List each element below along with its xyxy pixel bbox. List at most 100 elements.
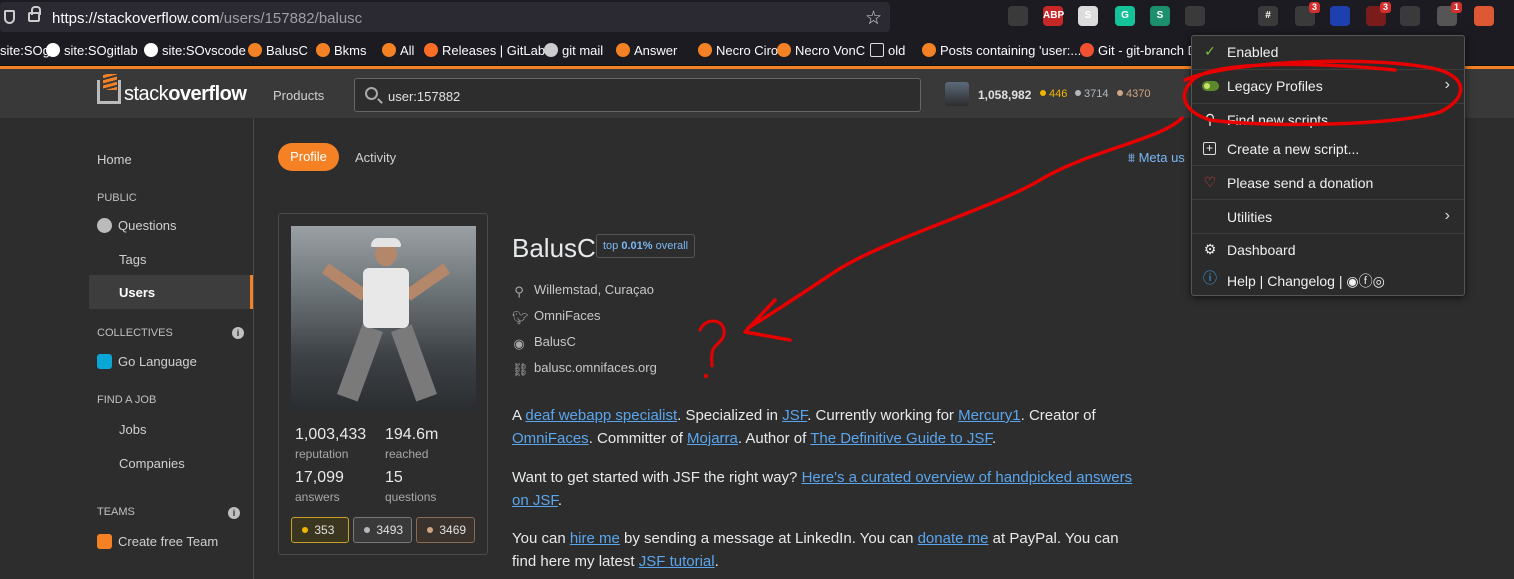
sidebar-item-jobs[interactable]: Jobs xyxy=(119,422,146,437)
bell-icon[interactable] xyxy=(1185,6,1205,26)
globe-icon xyxy=(544,43,558,57)
so-icon xyxy=(382,43,396,57)
bronze-badge-count[interactable]: 3469 xyxy=(416,517,475,543)
github-link[interactable]: ◉ BalusC xyxy=(512,334,576,351)
website-link[interactable]: ⛓ balusc.omnifaces.org xyxy=(512,360,657,377)
about-link[interactable]: hire me xyxy=(570,530,620,547)
meta-user-link[interactable]: ⩩ Meta us xyxy=(1128,150,1185,166)
drop-icon[interactable]: 3 xyxy=(1295,2,1320,26)
menu-help-changelog[interactable]: ⓘ Help | Changelog | ◉ⓕ◎ xyxy=(1192,263,1464,295)
bookmark-item[interactable]: Necro VonC xyxy=(777,43,865,58)
about-text: You can xyxy=(512,530,570,547)
adblock-icon[interactable]: ABP xyxy=(1043,6,1064,26)
bookmark-item[interactable]: Answer xyxy=(616,43,677,58)
hash-icon[interactable]: # xyxy=(1258,6,1278,26)
info-icon[interactable]: i xyxy=(228,507,240,519)
top-percent-badge[interactable]: top 0.01% overall xyxy=(596,234,696,258)
about-link[interactable]: OmniFaces xyxy=(512,430,589,447)
annotation-arrow-line xyxy=(746,116,1184,330)
menu-utilities[interactable]: Utilities › xyxy=(1192,201,1464,233)
bookmark-item[interactable]: Releases | GitLab xyxy=(424,43,545,58)
google-icon xyxy=(144,43,158,57)
sidebar-item-go-language[interactable]: Go Language xyxy=(97,354,197,369)
sidebar-item-tags[interactable]: Tags xyxy=(119,252,146,267)
create-team-link[interactable]: Create free Team xyxy=(97,534,218,549)
so-icon xyxy=(922,43,936,57)
facebook-icon[interactable]: ⓕ xyxy=(1359,273,1373,289)
sidebar-item-users[interactable]: Users xyxy=(89,275,253,309)
twitter-link[interactable]: 🐦︎ OmniFaces xyxy=(512,308,600,325)
s-icon[interactable]: S xyxy=(1078,6,1098,26)
bookmark-item[interactable]: site:SOgitlab xyxy=(46,43,138,58)
bookmark-item[interactable]: git mail xyxy=(544,43,603,58)
left-sidebar: Home PUBLIC Questions Tags Users COLLECT… xyxy=(0,118,254,579)
so-icon xyxy=(248,43,262,57)
instagram-icon[interactable]: ◎ xyxy=(1373,273,1385,289)
tracking-shield-icon[interactable] xyxy=(4,10,15,24)
about-link[interactable]: JSF xyxy=(782,407,807,424)
bookmark-item[interactable]: site:SOvscode xyxy=(144,43,246,58)
tab-profile[interactable]: Profile xyxy=(278,143,339,171)
gear-icon: ⚙ xyxy=(1203,241,1217,257)
bookmark-item[interactable]: Necro Ciro xyxy=(698,43,778,58)
header-gold-badges: 446 xyxy=(1040,88,1067,100)
profile-photo[interactable] xyxy=(291,226,476,411)
stackoverflow-logo[interactable]: stackoverflow xyxy=(97,74,247,106)
header-reputation[interactable]: 1,058,982 xyxy=(978,88,1031,102)
bookmark-item[interactable]: old xyxy=(870,43,905,58)
silver-badge-count[interactable]: 3493 xyxy=(353,517,412,543)
about-link[interactable]: Mercury1 xyxy=(958,407,1021,424)
extension-badge: 1 xyxy=(1450,2,1462,13)
menu-dashboard[interactable]: ⚙ Dashboard xyxy=(1192,234,1464,266)
products-menu[interactable]: Products xyxy=(273,88,324,103)
menu-legacy-profiles[interactable]: Legacy Profiles › xyxy=(1192,70,1464,102)
about-text: . Creator of xyxy=(1020,407,1096,424)
duck-icon[interactable] xyxy=(1474,6,1494,26)
stat-questions-label: questions xyxy=(385,490,437,504)
stack-exchange-icon: ⩩ xyxy=(1128,150,1139,165)
menu-create-script[interactable]: + Create a new script... xyxy=(1192,133,1464,165)
menu-find-scripts[interactable]: ⚲ Find new scripts... xyxy=(1192,104,1464,136)
tab-activity[interactable]: Activity xyxy=(355,150,396,165)
bookmark-item[interactable]: Bkms xyxy=(316,43,367,58)
shield-icon[interactable] xyxy=(1330,6,1350,26)
location-pin-icon: ⚲ xyxy=(514,284,524,299)
about-link[interactable]: The Definitive Guide to JSF xyxy=(810,430,992,447)
s2-icon[interactable]: S xyxy=(1150,6,1170,26)
tampermonkey-icon[interactable]: 1 xyxy=(1437,2,1462,26)
gitlab-icon xyxy=(424,43,438,57)
bookmark-item[interactable]: Posts containing 'user:... xyxy=(922,43,1081,58)
search-icon xyxy=(365,87,378,100)
stat-answers-value: 17,099 xyxy=(295,469,344,486)
about-link[interactable]: donate me xyxy=(918,530,989,547)
sidebar-item-companies[interactable]: Companies xyxy=(119,456,185,471)
sidebar-heading-teams: TEAMS xyxy=(97,506,135,518)
search-value[interactable]: user:157882 xyxy=(388,89,460,104)
bookmark-item[interactable]: Git - git-branch D xyxy=(1080,43,1197,58)
info-icon[interactable]: i xyxy=(232,327,244,339)
gold-badge-count[interactable]: 353 xyxy=(291,517,349,543)
lock-icon[interactable] xyxy=(28,6,41,22)
grammarly-icon[interactable]: G xyxy=(1115,6,1135,26)
about-text: . xyxy=(557,492,563,509)
url-text[interactable]: https://stackoverflow.com/users/157882/b… xyxy=(52,10,362,27)
toggle-icon[interactable] xyxy=(1202,81,1219,91)
ublock-icon[interactable]: 3 xyxy=(1366,2,1391,26)
bookmark-item[interactable]: All xyxy=(382,43,414,58)
menu-enabled[interactable]: ✓ Enabled xyxy=(1192,36,1464,68)
sidebar-item-questions[interactable]: Questions xyxy=(97,218,177,233)
about-link[interactable]: JSF tutorial xyxy=(639,553,715,570)
about-link[interactable]: Mojarra xyxy=(687,430,738,447)
pocket-icon[interactable] xyxy=(1008,6,1028,26)
search-input[interactable]: user:157882 xyxy=(354,78,921,112)
bookmark-star-icon[interactable]: ☆ xyxy=(865,7,882,30)
avatar[interactable] xyxy=(945,82,969,106)
address-bar[interactable]: https://stackoverflow.com/users/157882/b… xyxy=(0,2,890,32)
pin-icon[interactable] xyxy=(1400,6,1420,26)
about-link[interactable]: deaf webapp specialist xyxy=(525,407,677,424)
github-icon[interactable]: ◉ xyxy=(1346,273,1358,289)
sidebar-item-home[interactable]: Home xyxy=(97,152,132,167)
bookmark-item[interactable]: BalusC xyxy=(248,43,308,58)
menu-donation[interactable]: ♡ Please send a donation xyxy=(1192,167,1464,199)
extension-badge: 3 xyxy=(1379,2,1391,13)
